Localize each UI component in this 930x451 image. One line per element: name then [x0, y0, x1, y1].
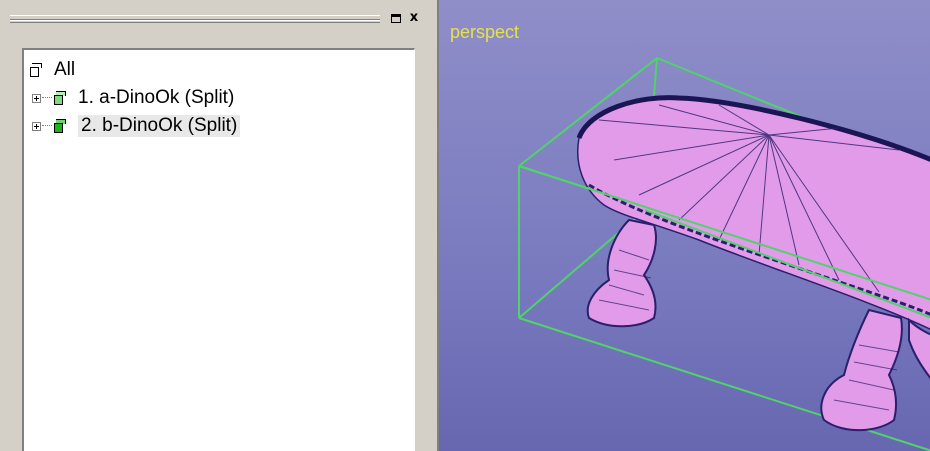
tree-item-label: All: [54, 59, 76, 80]
layer-group-icon: [30, 62, 44, 78]
dino-mesh: [576, 95, 930, 432]
close-button[interactable]: x: [406, 10, 422, 26]
tree-item-label: 1. a-DinoOk (Split): [78, 87, 235, 108]
viewport-label: perspect: [450, 22, 520, 42]
close-x-icon: x: [409, 10, 419, 25]
layer-tree: All 1. a-DinoOk (Split) 2. b-DinoOk (Spl…: [22, 48, 415, 451]
app-window: x All 1. a-DinoOk (Split) 2. b-DinoOk (S…: [0, 0, 930, 451]
tree-connector: [42, 97, 52, 99]
tree-item-layer-2[interactable]: 2. b-DinoOk (Split): [32, 112, 241, 140]
perspective-viewport[interactable]: perspect: [437, 0, 930, 451]
expand-plus-icon[interactable]: [32, 93, 41, 103]
tree-item-layer-1[interactable]: 1. a-DinoOk (Split): [32, 84, 234, 112]
restore-window-icon: [391, 13, 401, 23]
scene-canvas: [518, 57, 930, 451]
panel-titlebar: x: [0, 0, 430, 40]
restore-button[interactable]: [388, 10, 404, 26]
expand-plus-icon[interactable]: [32, 121, 41, 131]
tree-item-all[interactable]: All: [30, 56, 75, 84]
layer-cube-dark-green-icon: [54, 118, 68, 134]
layer-panel: x All 1. a-DinoOk (Split) 2. b-DinoOk (S…: [0, 0, 430, 451]
tree-item-label: 2. b-DinoOk (Split): [78, 115, 241, 137]
layer-cube-light-green-icon: [54, 90, 68, 106]
tree-connector: [42, 125, 52, 127]
panel-drag-grip[interactable]: [10, 15, 380, 23]
